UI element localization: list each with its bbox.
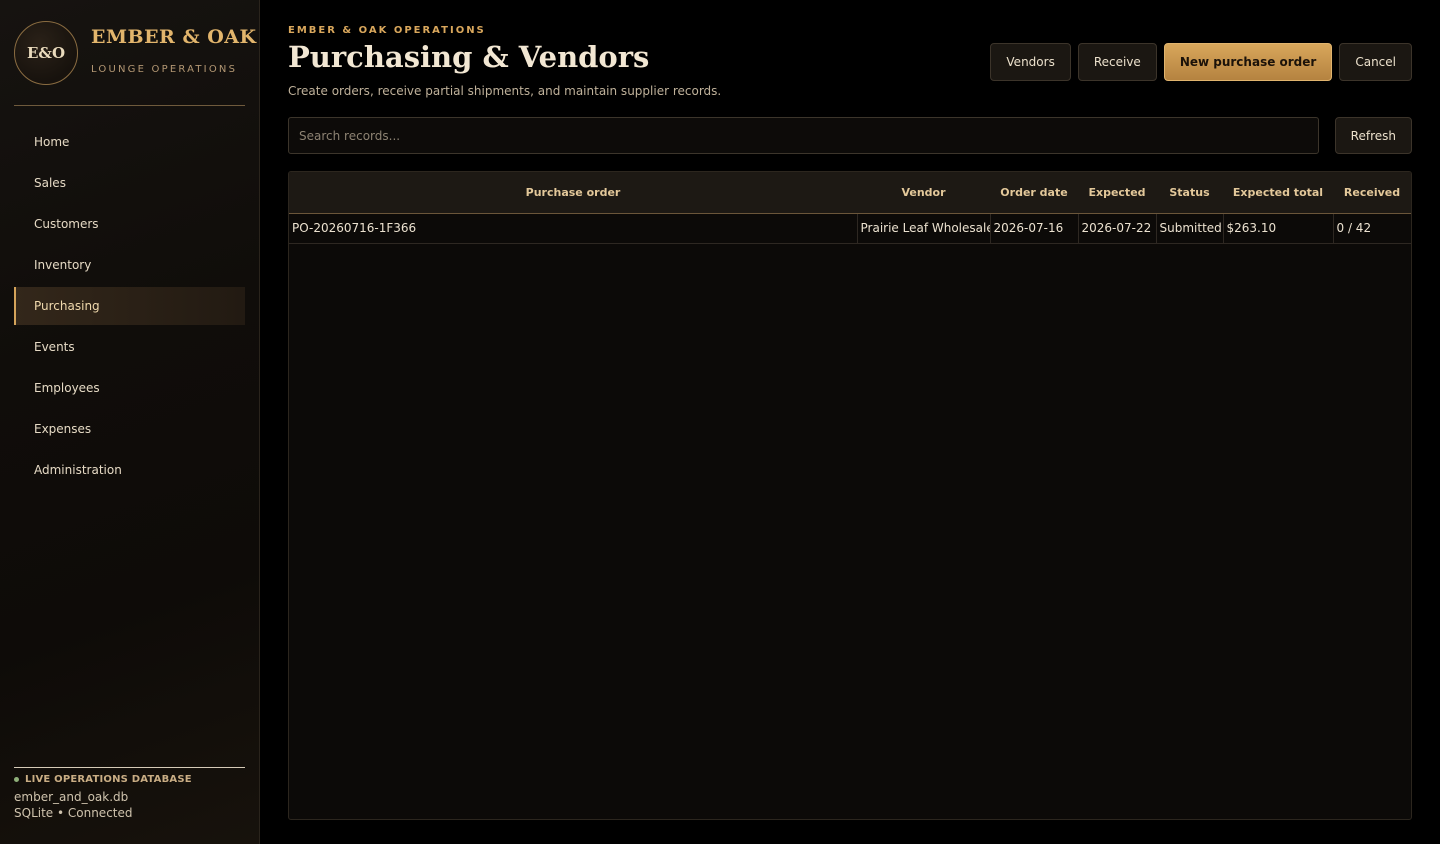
column-header-expected-total[interactable]: Expected total <box>1223 172 1333 214</box>
sidebar-item-sales[interactable]: Sales <box>14 164 245 202</box>
sidebar-item-employees[interactable]: Employees <box>14 369 245 407</box>
search-input[interactable] <box>288 117 1319 154</box>
cell-purchase-order: PO-20260716-1F366 <box>289 213 858 244</box>
toolbar: Vendors Receive New purchase order Cance… <box>990 43 1412 81</box>
table-row[interactable]: PO-20260716-1F366 Prairie Leaf Wholesale… <box>289 213 1411 244</box>
app-window: E&O EMBER & OAK LOUNGE OPERATIONS Home S… <box>0 0 1440 844</box>
sidebar-item-customers[interactable]: Customers <box>14 205 245 243</box>
purchase-orders-table: Purchase order Vendor Order date Expecte… <box>289 172 1411 244</box>
database-file: ember_and_oak.db <box>14 790 129 804</box>
brand-subtitle: LOUNGE OPERATIONS <box>91 64 238 75</box>
refresh-button[interactable]: Refresh <box>1334 117 1412 154</box>
brand-name: EMBER & OAK <box>91 26 257 48</box>
sidebar-nav: Home Sales Customers Inventory Purchasin… <box>14 123 245 492</box>
column-header-vendor[interactable]: Vendor <box>857 172 990 214</box>
column-header-status[interactable]: Status <box>1156 172 1223 214</box>
purchase-orders-table-panel: Purchase order Vendor Order date Expecte… <box>288 171 1412 820</box>
database-status: LIVE OPERATIONS DATABASE ember_and_oak.d… <box>14 767 245 820</box>
column-header-expected[interactable]: Expected <box>1078 172 1156 214</box>
sidebar-item-home[interactable]: Home <box>14 123 245 161</box>
sidebar-item-events[interactable]: Events <box>14 328 245 366</box>
search-row: Refresh <box>288 117 1412 154</box>
cell-received: 0 / 42 <box>1333 213 1411 244</box>
status-dot-icon <box>14 777 19 782</box>
cell-vendor: Prairie Leaf Wholesale <box>857 213 991 244</box>
column-header-purchase-order[interactable]: Purchase order <box>289 172 857 214</box>
main-content: EMBER & OAK OPERATIONS Purchasing & Vend… <box>260 0 1440 844</box>
cell-expected: 2026-07-22 <box>1078 213 1157 244</box>
cell-order-date: 2026-07-16 <box>990 213 1079 244</box>
column-header-received[interactable]: Received <box>1333 172 1411 214</box>
brand-logo: E&O <box>14 20 78 85</box>
page-description: Create orders, receive partial shipments… <box>288 84 722 98</box>
page-title: Purchasing & Vendors <box>288 40 650 74</box>
vendors-button[interactable]: Vendors <box>990 43 1071 81</box>
sidebar-item-purchasing[interactable]: Purchasing <box>14 287 245 325</box>
sidebar-item-expenses[interactable]: Expenses <box>14 410 245 448</box>
receive-button[interactable]: Receive <box>1077 43 1157 81</box>
sidebar-item-administration[interactable]: Administration <box>14 451 245 489</box>
new-purchase-order-button[interactable]: New purchase order <box>1163 43 1333 81</box>
brand-text: EMBER & OAK LOUNGE OPERATIONS <box>91 26 257 75</box>
cell-status: Submitted <box>1156 213 1224 244</box>
brand: E&O EMBER & OAK LOUNGE OPERATIONS <box>14 0 256 106</box>
database-status-text: LIVE OPERATIONS DATABASE <box>25 774 192 785</box>
database-connection: SQLite • Connected <box>14 806 133 820</box>
page-eyebrow: EMBER & OAK OPERATIONS <box>288 25 486 36</box>
cell-expected-total: $263.10 <box>1223 213 1334 244</box>
database-status-label: LIVE OPERATIONS DATABASE <box>14 774 245 785</box>
cancel-button[interactable]: Cancel <box>1339 43 1412 81</box>
sidebar-item-inventory[interactable]: Inventory <box>14 246 245 284</box>
table-header-row: Purchase order Vendor Order date Expecte… <box>289 172 1411 214</box>
sidebar: E&O EMBER & OAK LOUNGE OPERATIONS Home S… <box>0 0 260 844</box>
column-header-order-date[interactable]: Order date <box>990 172 1078 214</box>
